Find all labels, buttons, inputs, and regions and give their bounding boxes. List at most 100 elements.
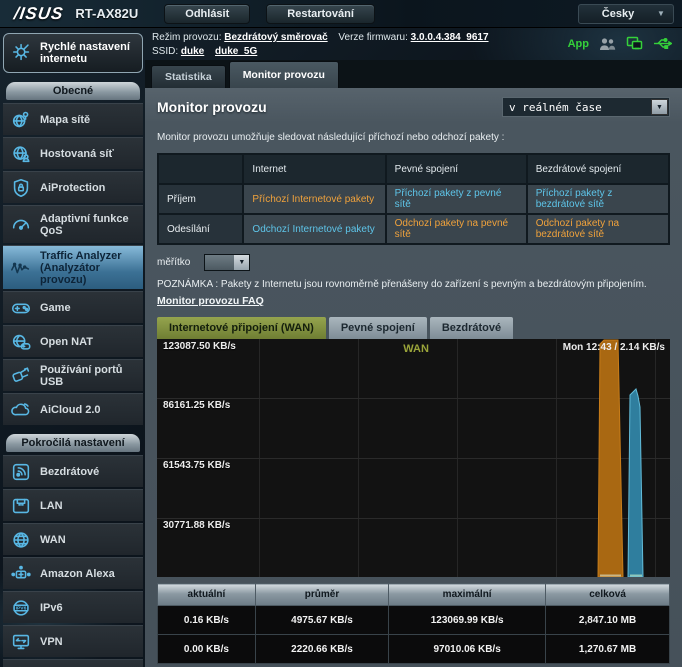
ssid-label: SSID: <box>152 46 178 57</box>
stat-total-rx: 2,847.10 MB <box>546 606 670 635</box>
chart-tab-wired[interactable]: Pevné spojení <box>329 317 427 339</box>
sidebar-item-network-map[interactable]: Mapa sítě <box>3 103 143 135</box>
traffic-monitor-panel: Monitor provozu v reálném čase ▼ Monitor… <box>145 88 682 667</box>
network-map-icon <box>9 109 33 131</box>
usb-status-icon[interactable] <box>653 37 672 50</box>
sidebar-item-vpn[interactable]: VPN <box>3 625 143 657</box>
stats-table: aktuální průměr maximální celková 0.16 K… <box>157 583 670 664</box>
clients-icon[interactable] <box>599 37 616 51</box>
table-row: Odesílání Odchozí Internetové pakety Odc… <box>158 214 669 244</box>
waveform-icon <box>9 257 33 279</box>
cell-tx-wireless: Odchozí pakety na bezdrátové sítě <box>527 214 669 244</box>
language-select[interactable]: Česky ▼ <box>578 4 674 24</box>
cell-tx-internet: Odchozí Internetové pakety <box>243 214 385 244</box>
wireless-icon <box>9 461 33 483</box>
sidebar-item-lan[interactable]: LAN <box>3 489 143 521</box>
gear-wrench-icon <box>11 41 33 66</box>
svg-text:IPV6: IPV6 <box>16 605 27 611</box>
sidebar-item-label: Adaptivní funkce QoS <box>40 213 141 237</box>
col-header-internet: Internet <box>243 154 385 184</box>
sidebar-item-game[interactable]: Game <box>3 291 143 323</box>
sidebar-item-usb[interactable]: Používání portů USB <box>3 359 143 391</box>
page-title: Monitor provozu <box>157 99 267 115</box>
chevron-down-icon: ▼ <box>657 9 673 18</box>
cell-tx-wired: Odchozí pakety na pevné sítě <box>386 214 527 244</box>
stat-maximum-rx: 123069.99 KB/s <box>389 606 546 635</box>
ipv6-icon: IPV6 <box>9 597 33 619</box>
sidebar-item-aicloud[interactable]: AiCloud 2.0 <box>3 393 143 425</box>
sidebar-item-alexa[interactable]: Amazon Alexa <box>3 557 143 589</box>
gauge-icon <box>9 214 33 236</box>
stats-header-current: aktuální <box>158 584 256 606</box>
quick-setup-label: Rychlé nastavení internetu <box>40 41 142 65</box>
reboot-button[interactable]: Restartování <box>266 4 375 24</box>
table-row: Příjem Příchozí Internetové pakety Přích… <box>158 184 669 214</box>
sidebar-item-label: Mapa sítě <box>40 114 90 126</box>
stat-average-tx: 2220.66 KB/s <box>255 635 388 664</box>
chart-tab-bar: Internetové připojení (WAN) Pevné spojen… <box>157 317 670 339</box>
sidebar-item-label: Open NAT <box>40 336 93 348</box>
quick-internet-setup-button[interactable]: Rychlé nastavení internetu <box>3 33 143 73</box>
y-tick: 61543.75 KB/s <box>163 460 230 471</box>
sidebar-item-wan[interactable]: WAN <box>3 523 143 555</box>
stats-header-total: celková <box>546 584 670 606</box>
sidebar-item-open-nat[interactable]: Open NAT <box>3 325 143 357</box>
period-select[interactable]: v reálném čase ▼ <box>502 97 670 117</box>
mode-label: Režim provozu: <box>152 32 221 43</box>
y-tick: 30771.88 KB/s <box>163 520 230 531</box>
scale-select[interactable]: ▼ <box>204 254 250 271</box>
scale-label: měřítko <box>157 257 190 268</box>
sidebar-item-guest-network[interactable]: Hostovaná síť <box>3 137 143 169</box>
sidebar-item-aiprotection[interactable]: AiProtection <box>3 171 143 203</box>
row-label-reception: Příjem <box>158 184 243 214</box>
sidebar-item-label: AiProtection <box>40 182 105 194</box>
col-header-wired: Pevné spojení <box>386 154 527 184</box>
note-text: POZNÁMKA : Pakety z Internetu jsou rovno… <box>157 279 670 290</box>
sidebar-item-label: Bezdrátové <box>40 466 99 478</box>
y-tick: 123087.50 KB/s <box>163 341 236 352</box>
y-tick: 86161.25 KB/s <box>163 400 230 411</box>
stat-total-tx: 1,270.67 MB <box>546 635 670 664</box>
sidebar-item-qos[interactable]: Adaptivní funkce QoS <box>3 205 143 243</box>
sidebar: Rychlé nastavení internetu Obecné Mapa s… <box>3 33 143 667</box>
sidebar-item-label: Hostovaná síť <box>40 148 114 160</box>
faq-link[interactable]: Monitor provozu FAQ <box>157 295 264 307</box>
tab-monitor-provozu[interactable]: Monitor provozu <box>229 61 339 88</box>
tab-statistika[interactable]: Statistika <box>151 65 226 88</box>
stats-row-transmission: 0.00 KB/s 2220.66 KB/s 97010.06 KB/s 1,2… <box>158 635 670 664</box>
sidebar-item-label: LAN <box>40 500 63 512</box>
app-link[interactable]: App <box>568 38 589 50</box>
sidebar-item-label: AiCloud 2.0 <box>40 404 101 416</box>
sidebar-item-label: VPN <box>40 636 63 648</box>
chart-series-title: WAN <box>403 343 429 355</box>
vpn-monitor-icon <box>9 631 33 653</box>
mode-link[interactable]: Bezdrátový směrovač <box>224 32 327 43</box>
transmission-bar <box>628 389 643 577</box>
section-advanced: Pokročilá nastavení <box>6 434 140 452</box>
guest-network-icon <box>9 143 33 165</box>
stat-current-tx: 0.00 KB/s <box>158 635 256 664</box>
devices-icon[interactable] <box>626 36 643 51</box>
sidebar-item-ipv6[interactable]: IPV6 IPv6 <box>3 591 143 623</box>
globe-icon <box>9 529 33 551</box>
header-status-icons: App <box>568 36 672 51</box>
stat-average-rx: 4975.67 KB/s <box>255 606 388 635</box>
sidebar-item-label: Game <box>40 302 71 314</box>
sidebar-item-traffic-analyzer[interactable]: Traffic Analyzer (Analyzátor provozu) <box>3 245 143 289</box>
sidebar-item-wireless[interactable]: Bezdrátové <box>3 455 143 487</box>
sidebar-item-firewall[interactable]: Firewall <box>3 659 143 667</box>
ssid-link-24g[interactable]: duke <box>181 46 204 57</box>
logout-button[interactable]: Odhlásit <box>164 4 250 24</box>
chart-tab-wan[interactable]: Internetové připojení (WAN) <box>157 317 326 339</box>
shield-icon <box>9 177 33 199</box>
chart-tab-wireless[interactable]: Bezdrátové <box>430 317 513 339</box>
cloud-icon <box>9 399 33 421</box>
usb-icon <box>9 365 33 387</box>
firmware-link[interactable]: 3.0.0.4.384_9617 <box>411 32 489 43</box>
chevron-down-icon: ▼ <box>651 99 668 115</box>
router-model: RT-AX82U <box>75 6 138 21</box>
stats-header-maximum: maximální <box>389 584 546 606</box>
ssid-link-5g[interactable]: duke_5G <box>215 46 257 57</box>
firmware-label: Verze firmwaru: <box>338 32 407 43</box>
language-value: Česky <box>579 8 657 20</box>
